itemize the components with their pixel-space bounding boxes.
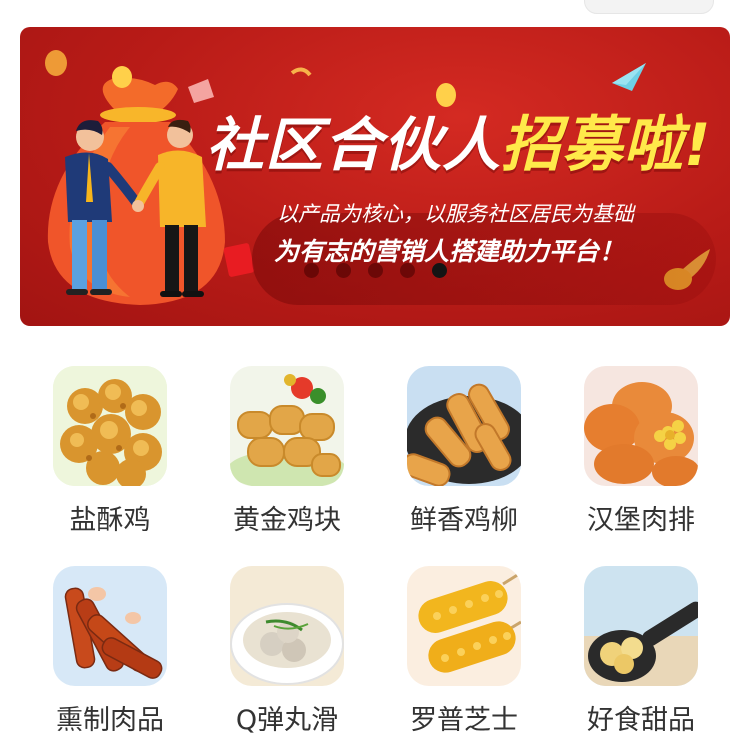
category-label: Q弹丸滑 — [235, 705, 339, 736]
category-item[interactable]: 盐酥鸡 — [35, 366, 185, 537]
carousel-dot-active[interactable] — [432, 263, 447, 278]
category-label: 熏制肉品 — [56, 705, 164, 736]
banner-title: 社区合伙人招募啦! — [206, 96, 710, 183]
category-label: 黄金鸡块 — [233, 505, 341, 536]
category-item[interactable]: 好食甜品 — [566, 566, 716, 737]
corn-dog-image — [407, 566, 521, 686]
category-item[interactable]: 汉堡肉排 — [566, 366, 716, 537]
top-search-pill[interactable] — [584, 0, 714, 14]
category-label: 罗普芝士 — [410, 705, 518, 736]
meatball-soup-image — [230, 566, 344, 686]
dessert-spoon-image — [584, 566, 698, 686]
category-label: 盐酥鸡 — [69, 505, 151, 536]
popcorn-chicken-image — [53, 366, 167, 486]
category-label: 鲜香鸡柳 — [410, 505, 518, 536]
smoked-sausage-image — [53, 566, 167, 686]
category-item[interactable]: 熏制肉品 — [35, 566, 185, 737]
burger-patty-image — [584, 366, 698, 486]
banner-title-main: 社区合伙人 — [206, 111, 502, 179]
category-label: 汉堡肉排 — [587, 505, 695, 536]
category-item[interactable]: Q弹丸滑 — [212, 566, 362, 737]
carousel-dot[interactable] — [336, 263, 351, 278]
carousel-dot[interactable] — [400, 263, 415, 278]
carousel-dot[interactable] — [368, 263, 383, 278]
category-item[interactable]: 鲜香鸡柳 — [389, 366, 539, 537]
banner-title-highlight: 招募啦 — [501, 110, 685, 180]
banner-title-exclaim: ! — [684, 111, 712, 179]
banner-slogan-line1: 以产品为核心，以服务社区居民为基础 — [277, 202, 634, 226]
category-item[interactable]: 黄金鸡块 — [212, 366, 362, 537]
chicken-strips-image — [407, 366, 521, 486]
chicken-nuggets-image — [230, 366, 344, 486]
category-item[interactable]: 罗普芝士 — [389, 566, 539, 737]
carousel-dot[interactable] — [304, 263, 319, 278]
category-label: 好食甜品 — [587, 705, 695, 736]
banner-slogan-line2: 为有志的营销人搭建助力平台！ — [274, 237, 625, 266]
